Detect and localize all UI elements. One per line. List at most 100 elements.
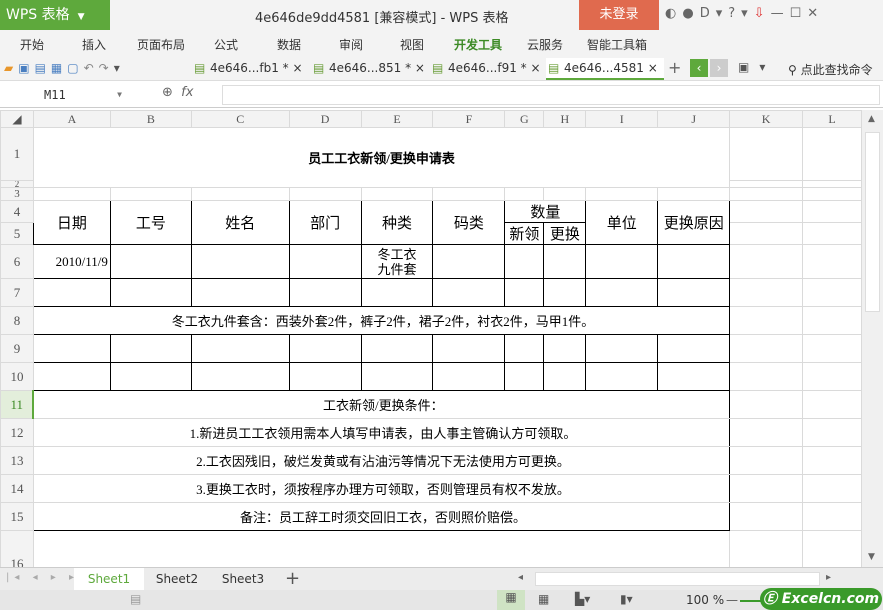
sheet-tab-sheet1[interactable]: Sheet1 — [74, 568, 144, 591]
cell-type[interactable]: 冬工衣 九件套 — [360, 244, 434, 279]
cell[interactable] — [360, 187, 434, 201]
cell[interactable] — [32, 362, 111, 391]
normal-view-icon[interactable]: ▦ — [497, 590, 525, 610]
scroll-up-icon[interactable]: ▲ — [868, 114, 875, 124]
preview-icon[interactable]: ▢ — [67, 61, 83, 75]
cell[interactable] — [802, 334, 862, 363]
cell[interactable] — [288, 362, 362, 391]
present-icon[interactable]: ▣ — [738, 60, 759, 74]
row-header[interactable]: 5 — [0, 222, 34, 245]
cell[interactable] — [585, 362, 659, 391]
cell[interactable] — [729, 278, 804, 307]
cell[interactable] — [504, 187, 545, 201]
col-header[interactable]: B — [109, 110, 192, 128]
pin-icon[interactable]: ▾ — [759, 60, 775, 74]
menu-developer[interactable]: 开发工具 — [454, 36, 502, 53]
col-header[interactable]: F — [432, 110, 506, 128]
cell[interactable] — [802, 418, 862, 447]
cell[interactable] — [802, 530, 862, 567]
doc-tab[interactable]: 4e646...fb1 * × — [192, 58, 303, 80]
cell[interactable] — [360, 334, 434, 363]
header-qty-replace[interactable]: 更换 — [543, 222, 587, 245]
header-id[interactable]: 工号 — [109, 200, 192, 245]
close-icon[interactable]: × — [415, 61, 425, 75]
scroll-left-icon[interactable]: ◂ — [518, 572, 523, 583]
wps-app-menu[interactable]: WPS 表格 ▼ — [0, 0, 110, 30]
macro-icon[interactable]: ▤ — [130, 592, 141, 606]
cell[interactable] — [657, 187, 731, 201]
cell[interactable] — [802, 244, 862, 279]
cell[interactable] — [288, 334, 362, 363]
cell[interactable] — [802, 278, 862, 307]
close-icon[interactable]: × — [292, 61, 302, 75]
cell-remark[interactable]: 备注：员工辞工时须交回旧工衣，否则照价赔偿。 — [32, 502, 731, 531]
cell[interactable] — [288, 187, 362, 201]
cell[interactable] — [109, 334, 192, 363]
skin-icon[interactable]: ◐ — [665, 6, 682, 21]
page-layout-icon[interactable]: ▙▾ — [575, 592, 590, 606]
header-date[interactable]: 日期 — [32, 200, 111, 245]
cell[interactable] — [543, 334, 587, 363]
cell[interactable] — [109, 244, 192, 279]
cell[interactable] — [802, 474, 862, 503]
cell[interactable] — [585, 244, 659, 279]
cell[interactable] — [190, 244, 290, 279]
scroll-down-icon[interactable]: ▼ — [868, 552, 875, 562]
zoom-formula-icon[interactable]: ⊕ — [162, 85, 173, 100]
cell[interactable] — [802, 502, 862, 531]
row-header[interactable]: 1 — [0, 127, 34, 181]
close-icon[interactable]: × — [648, 61, 658, 75]
row-header[interactable]: 4 — [0, 200, 34, 223]
cell[interactable] — [802, 180, 862, 188]
col-header[interactable]: K — [729, 110, 804, 128]
cell[interactable] — [729, 502, 804, 531]
cell[interactable] — [729, 446, 804, 475]
cell[interactable] — [802, 200, 862, 223]
cell[interactable] — [543, 278, 587, 307]
cell[interactable] — [657, 278, 731, 307]
cell[interactable] — [729, 334, 804, 363]
row-header[interactable]: 14 — [0, 474, 34, 503]
menu-page-layout[interactable]: 页面布局 — [137, 36, 185, 53]
cell[interactable] — [432, 187, 506, 201]
cell[interactable] — [109, 278, 192, 307]
cell[interactable] — [32, 278, 111, 307]
cell[interactable] — [585, 334, 659, 363]
cell[interactable] — [729, 362, 804, 391]
menu-review[interactable]: 审阅 — [339, 36, 363, 53]
row-header[interactable]: 10 — [0, 362, 34, 391]
row-header[interactable]: 12 — [0, 418, 34, 447]
header-size[interactable]: 码类 — [432, 200, 506, 245]
row-header[interactable]: 13 — [0, 446, 34, 475]
cell[interactable] — [543, 187, 587, 201]
cell[interactable] — [729, 390, 804, 419]
cell[interactable] — [657, 334, 731, 363]
cell[interactable] — [543, 244, 587, 279]
header-name[interactable]: 姓名 — [190, 200, 290, 245]
download-icon[interactable]: ⇩ — [754, 6, 771, 21]
col-header[interactable]: C — [190, 110, 290, 128]
row-header[interactable]: 16 — [0, 530, 34, 567]
cell[interactable] — [190, 334, 290, 363]
menu-home[interactable]: 开始 — [20, 36, 44, 53]
undo-icon[interactable]: ↶ — [84, 61, 99, 75]
cell[interactable] — [190, 278, 290, 307]
menu-formula[interactable]: 公式 — [214, 36, 238, 53]
cell[interactable] — [504, 334, 545, 363]
cell[interactable] — [432, 244, 506, 279]
cell[interactable] — [729, 530, 804, 567]
cell[interactable] — [729, 180, 804, 188]
vertical-scrollbar[interactable]: ▲ ▼ — [862, 110, 883, 567]
zoom-out-icon[interactable]: — — [726, 593, 738, 607]
menu-data[interactable]: 数据 — [277, 36, 301, 53]
header-type[interactable]: 种类 — [360, 200, 434, 245]
cell-condition[interactable]: 1.新进员工工衣领用需本人填写申请表，由人事主管确认方可领取。 — [32, 418, 731, 447]
cell[interactable] — [504, 244, 545, 279]
chevron-down-icon[interactable]: ▼ — [117, 85, 122, 105]
row-header[interactable]: 9 — [0, 334, 34, 363]
menu-view[interactable]: 视图 — [400, 36, 424, 53]
row-header[interactable]: 8 — [0, 306, 34, 335]
cell[interactable] — [729, 200, 804, 223]
cell-note[interactable]: 冬工衣九件套含：西装外套2件，裤子2件，裙子2件，衬衣2件，马甲1件。 — [32, 306, 731, 335]
header-qty-new[interactable]: 新领 — [504, 222, 545, 245]
